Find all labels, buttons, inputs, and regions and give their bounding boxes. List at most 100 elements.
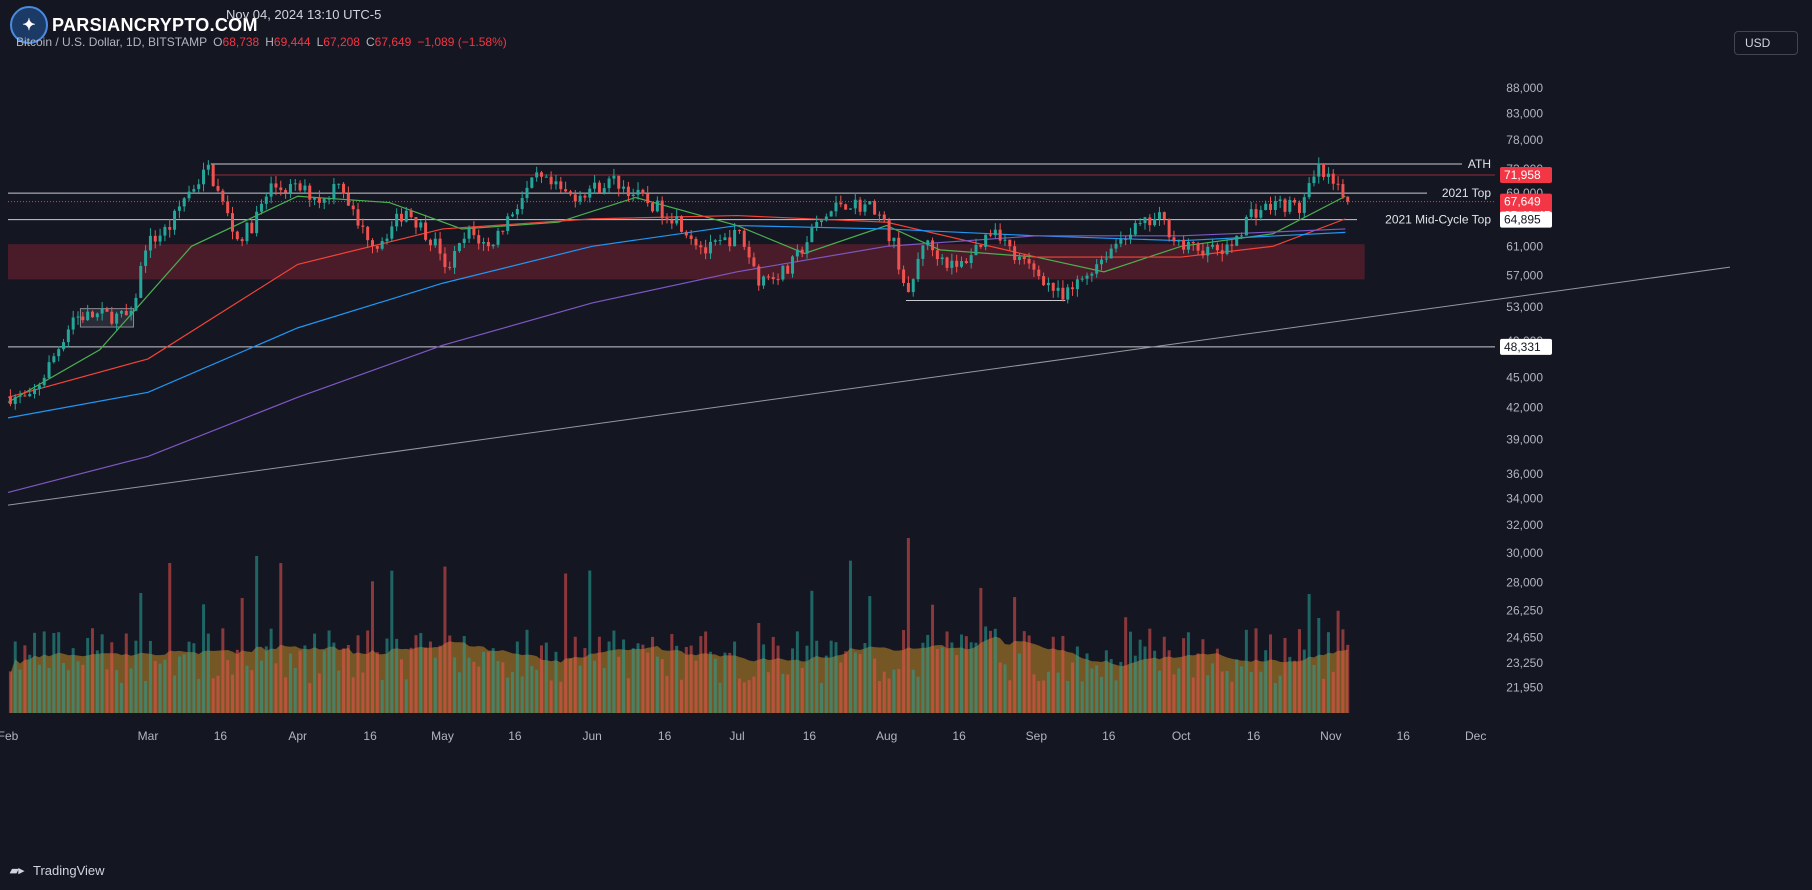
candle-body [409,210,413,218]
candle-body [810,227,814,243]
symbol-description[interactable]: Bitcoin / U.S. Dollar, 1D, BITSTAMP [16,35,207,49]
candle-body [356,209,360,226]
currency-button[interactable]: USD [1734,31,1798,55]
candle-body [1341,184,1345,197]
candle-body [202,169,206,185]
candle-body [192,189,196,192]
candle-body [868,201,872,205]
candle-body [390,226,394,239]
volume-bar [327,630,331,713]
candle-body [1177,239,1181,242]
volume-bar [766,672,770,713]
volume-bar [704,631,708,713]
candle-body [858,199,862,212]
volume-bar [90,628,94,713]
chart-datetime: Nov 04, 2024 13:10 UTC-5 [226,7,382,22]
level-label: 2021 Mid-Cycle Top [1385,213,1491,227]
trendline-line [7,266,1731,506]
volume-bar [607,641,611,713]
volume-bar [1080,681,1084,713]
candle-body [737,230,741,232]
y-tick-label: 39,000 [1506,432,1543,446]
volume-bar [1148,628,1152,713]
candle-body [820,220,824,223]
time-axis[interactable]: Feb Mar 16 Apr 16 May 16 Jun 16 Jul 16 Aug 16 Sep 16 Oc… [0,729,1486,743]
tradingview-logo-icon: ▰▸ [10,864,24,877]
tradingview-brand[interactable]: ▰▸ TradingView [10,863,105,878]
volume-bar [723,652,727,713]
candle-body [428,239,432,246]
volume-bar [414,635,418,713]
y-tick-label: 24,650 [1506,631,1543,645]
volume-bar [573,636,577,713]
candle-body [115,313,119,324]
candle-body [1066,287,1070,300]
candle-body [231,213,234,232]
candle-body [385,238,389,242]
candle-body [47,362,51,378]
volume-bar [1307,594,1311,713]
volume-bar [945,631,949,713]
volume-bar [960,634,964,713]
volume-bar [496,661,500,713]
candle-body [337,183,341,185]
candle-body [935,250,939,260]
candle-body [824,216,828,221]
candle-body [694,238,698,246]
candle-body [419,222,423,228]
volume-bar [588,570,592,713]
candle-body [602,188,606,193]
x-tick-label: Oct [1172,729,1191,743]
candlesticks [8,157,1350,410]
volume-bar [631,648,635,713]
candle-body [264,196,268,204]
volume-bar [1259,671,1263,713]
candle-body [1100,259,1104,265]
volume-bar [428,641,432,713]
candle-body [1331,173,1335,184]
x-tick-label: 16 [1397,729,1411,743]
candle-body [293,183,297,185]
volume-bar [800,667,804,713]
volume-bar [139,593,143,713]
candle-body [8,396,12,404]
candle-body [675,216,679,224]
volume-bar [660,659,664,713]
volume-bar [853,652,857,713]
volume-bar [462,636,466,713]
volume-bar [1027,635,1031,713]
volume-bar [1177,668,1181,713]
volume-bar [771,636,775,713]
candle-body [327,198,331,200]
volume-bar [858,654,862,713]
volume-bar [153,661,157,713]
volume-bar [597,636,601,713]
volume-bar [515,641,519,713]
candle-body [163,226,167,236]
candle-body [144,250,148,266]
x-tick-label: 16 [1102,729,1116,743]
candle-body [964,261,968,264]
volume-bar [1051,636,1055,713]
volume-bar [375,652,379,713]
candle-body [583,195,587,198]
volume-bar [491,648,495,713]
candle-body [110,311,114,324]
volume-bar [718,682,722,713]
candle-body [525,187,529,199]
volume-bar [781,673,785,713]
price-chart[interactable]: ATH 2021 Top 2021 Mid-Cycle Top 88,000 83,0… [0,0,1812,890]
candle-body [1138,223,1142,225]
volume-bar [1114,680,1118,713]
price-tag-text: 64,895 [1504,213,1541,227]
candle-body [414,217,418,228]
volume-bar [622,639,626,713]
candle-body [288,184,292,193]
volume-bar [313,633,317,713]
candle-body [887,220,891,242]
volume-bar [554,651,558,713]
candle-body [839,202,843,205]
volume-bar [1331,671,1335,713]
volume-bar [226,660,230,713]
candle-body [472,226,476,236]
